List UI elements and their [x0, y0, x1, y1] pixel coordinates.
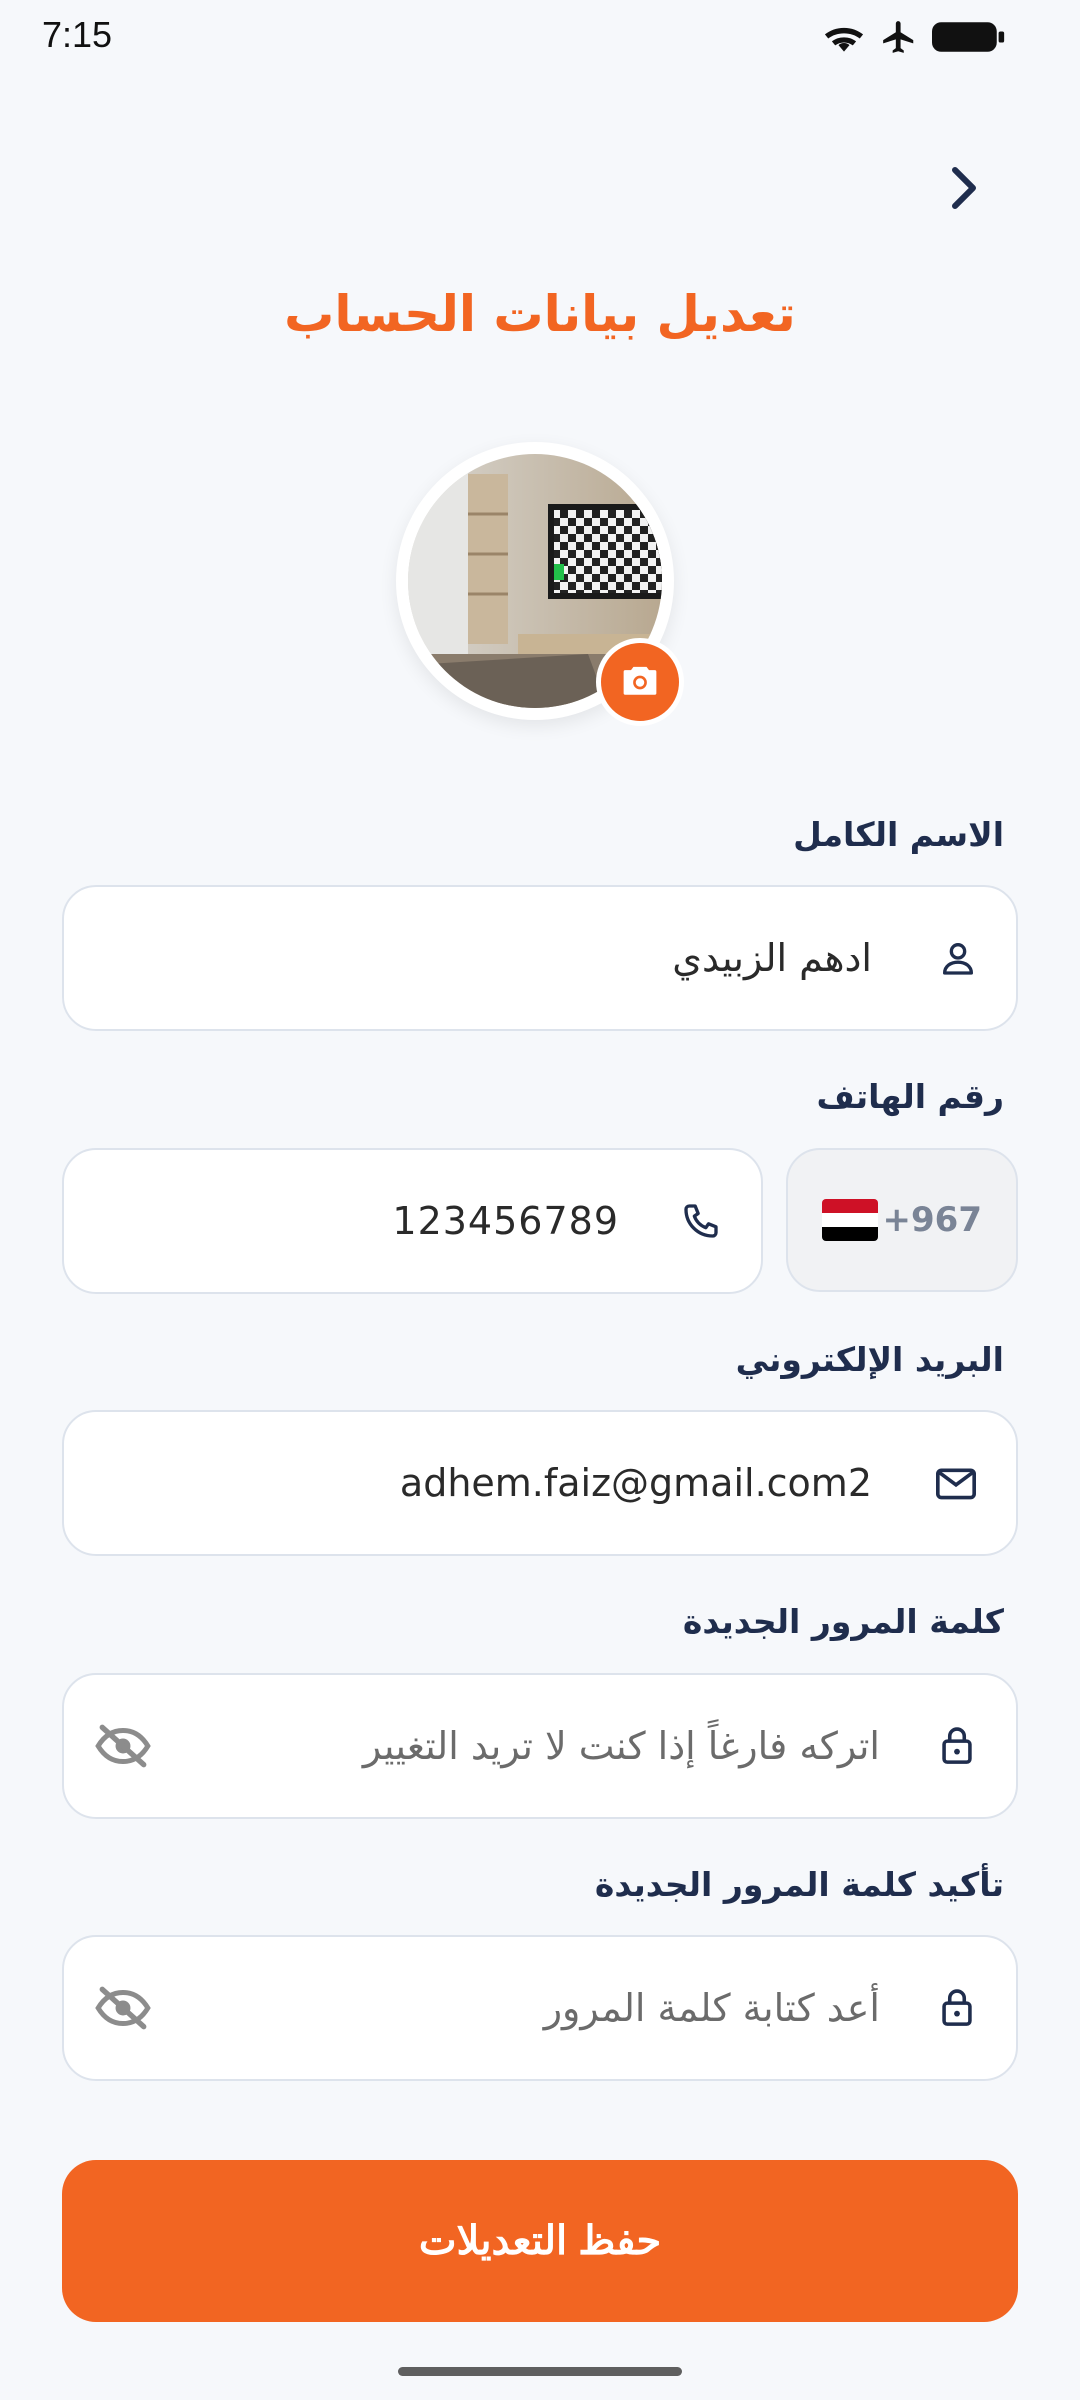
mail-icon — [934, 1463, 978, 1503]
email-field[interactable]: adhem.faiz@gmail.com2 — [62, 1410, 1018, 1556]
confirm-password-field[interactable]: أعد كتابة كلمة المرور — [62, 1935, 1018, 2081]
lock-icon — [938, 1987, 976, 2029]
confirm-password-label: تأكيد كلمة المرور الجديدة — [594, 1865, 1004, 1904]
page-title: تعديل بيانات الحساب — [284, 285, 796, 343]
yemen-flag-icon — [822, 1199, 878, 1241]
full-name-label: الاسم الكامل — [793, 815, 1004, 854]
country-code: +967 — [882, 1200, 982, 1240]
eye-off-icon[interactable] — [94, 1721, 152, 1771]
save-changes-button[interactable]: حفظ التعديلات — [62, 2160, 1018, 2322]
lock-icon — [938, 1725, 976, 1767]
eye-off-icon[interactable] — [94, 1983, 152, 2033]
home-indicator[interactable] — [398, 2367, 682, 2376]
phone-field[interactable]: 123456789 — [62, 1148, 763, 1294]
new-password-label: كلمة المرور الجديدة — [682, 1602, 1004, 1641]
back-button[interactable] — [940, 160, 990, 220]
camera-icon — [620, 662, 660, 702]
airplane-icon — [880, 18, 918, 60]
new-password-field[interactable]: اتركه فارغاً إذا كنت لا تريد التغيير — [62, 1673, 1018, 1819]
confirm-password-placeholder: أعد كتابة كلمة المرور — [543, 1986, 880, 2030]
phone-label: رقم الهاتف — [816, 1077, 1004, 1116]
email-value: adhem.faiz@gmail.com2 — [399, 1461, 872, 1505]
user-icon — [938, 938, 978, 978]
status-bar: 7:15 — [0, 0, 1080, 70]
battery-icon — [932, 20, 1006, 58]
status-time: 7:15 — [42, 14, 113, 55]
full-name-value: ادهم الزبيدي — [672, 936, 872, 980]
status-icons — [822, 18, 1006, 60]
wifi-icon — [822, 20, 866, 58]
email-label: البريد الإلكتروني — [735, 1340, 1004, 1379]
full-name-field[interactable]: ادهم الزبيدي — [62, 885, 1018, 1031]
country-code-selector[interactable]: +967 — [786, 1148, 1018, 1292]
phone-value: 123456789 — [392, 1199, 619, 1243]
back-chevron-icon — [949, 164, 981, 216]
change-photo-button[interactable] — [596, 638, 684, 726]
phone-icon — [681, 1201, 721, 1241]
new-password-placeholder: اتركه فارغاً إذا كنت لا تريد التغيير — [362, 1724, 880, 1768]
